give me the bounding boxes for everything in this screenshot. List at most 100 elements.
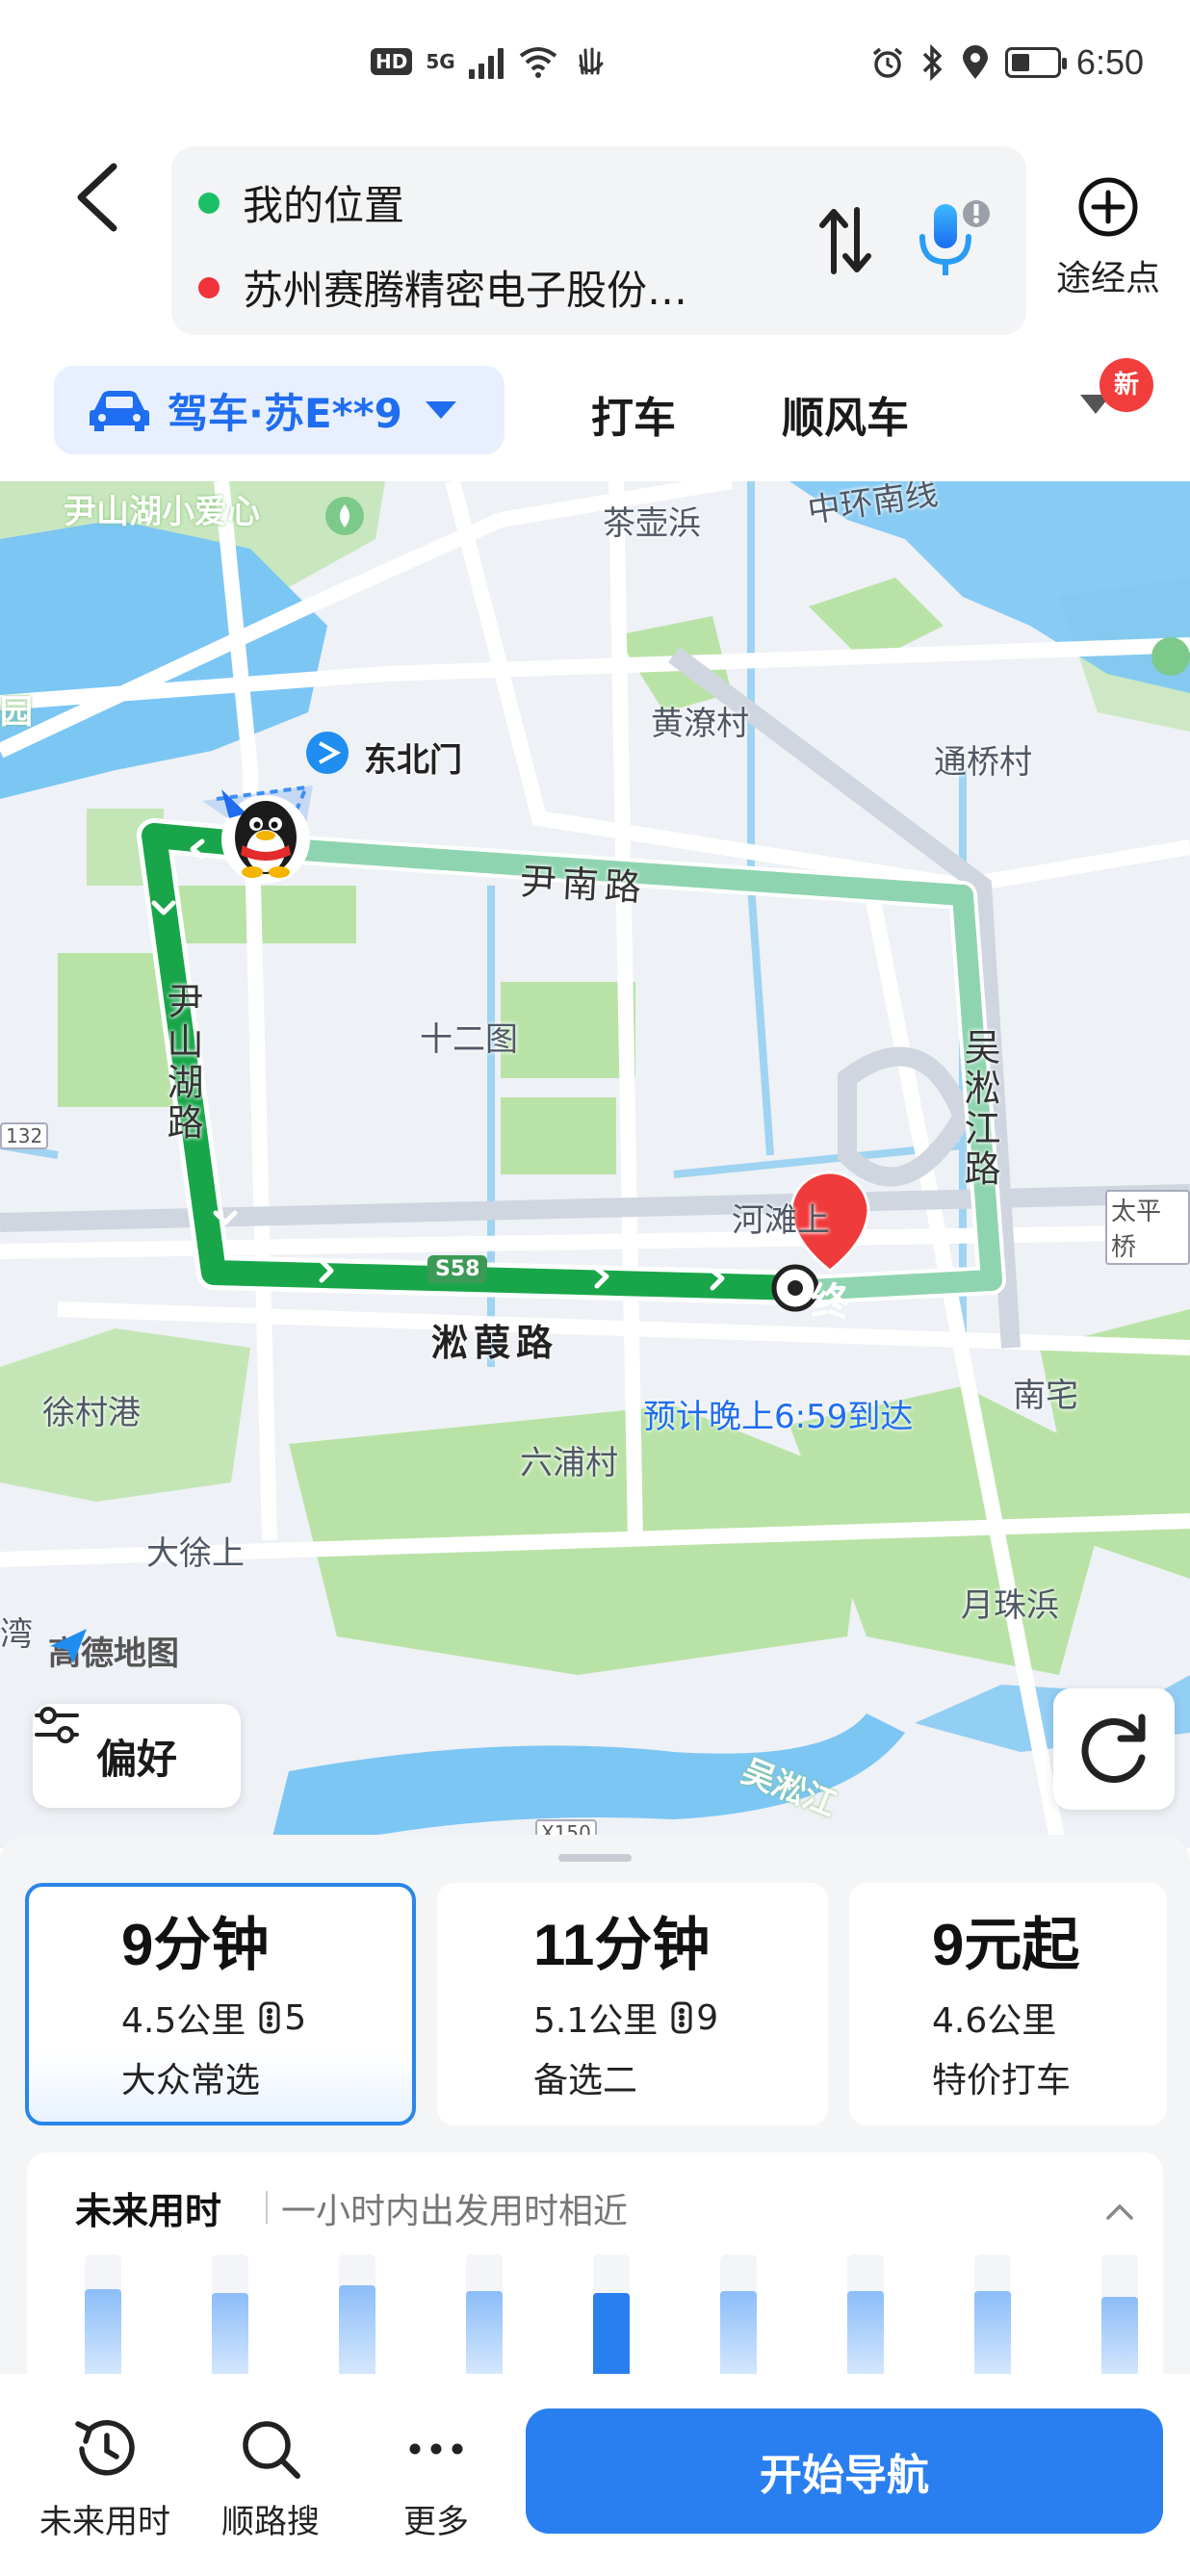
chevron-up-icon[interactable] — [1105, 2197, 1134, 2226]
waypoint-label: 途经点 — [1055, 259, 1160, 298]
road-wusongjiang: 吴淞江路 — [958, 1028, 1000, 1190]
tab-carpool[interactable]: 顺风车 — [782, 383, 909, 445]
future-time-button[interactable]: 未来用时 — [23, 2412, 187, 2542]
chevron-down-icon — [425, 401, 456, 419]
traffic-light-icon: 5 — [259, 1998, 306, 2038]
origin-text: 我的位置 — [243, 182, 405, 229]
car-icon — [90, 391, 149, 431]
place-yuezhu: 月珠浜 — [961, 1586, 1059, 1625]
route-distance-row: 4.5公里 5 — [121, 1993, 412, 2043]
destination-text: 苏州赛腾精密电子股份… — [243, 267, 688, 314]
poi-dongbeimen: 东北门 — [364, 741, 462, 780]
status-left-icons: HD 5G — [371, 44, 608, 79]
route-distance: 4.6公里 — [932, 2001, 1057, 2041]
sliders-icon — [35, 1707, 79, 1743]
road-yinshanhu: 尹山湖路 — [161, 982, 203, 1144]
road-badge-132: 132 — [0, 1122, 49, 1149]
more-dots-icon — [409, 2443, 463, 2455]
drag-handle[interactable] — [558, 1854, 632, 1862]
along-route-search-button[interactable]: 顺路搜 — [189, 2412, 352, 2542]
more-button[interactable]: 更多 — [354, 2412, 518, 2542]
network-type: 5G — [426, 50, 455, 73]
road-songjia: 淞葭路 — [431, 1322, 559, 1364]
traffic-light-count: 9 — [696, 1997, 719, 2038]
place-tongqiao: 通桥村 — [934, 743, 1032, 782]
along-route-label: 顺路搜 — [221, 2503, 320, 2541]
bluetooth-icon — [922, 44, 943, 81]
wifi-icon — [519, 47, 556, 78]
transport-mode-tabs: 驾车·苏E**9 打车 顺风车 新 — [0, 358, 1190, 464]
place-shierwei: 十二图 — [420, 1020, 518, 1059]
preference-label: 偏好 — [95, 1735, 177, 1783]
route-time: 9分钟 — [121, 1913, 270, 1977]
destination-dot-icon — [198, 276, 220, 298]
add-circle-icon — [1078, 177, 1138, 237]
place-huangliao: 黄潦村 — [651, 705, 749, 743]
road-yinnan: 尹南路 — [518, 860, 648, 910]
drive-label: 驾车·苏E**9 — [168, 389, 402, 437]
place-wan: 湾 — [0, 1615, 33, 1654]
swap-icon[interactable] — [816, 204, 874, 277]
back-arrow-icon[interactable] — [67, 159, 135, 236]
traffic-light-count: 5 — [284, 1997, 307, 2038]
route-distance-row: 4.6公里 — [932, 1993, 1167, 2043]
route-input-box: 我的位置 苏州赛腾精密电子股份… — [171, 146, 1026, 335]
place-xucun: 徐村港 — [42, 1394, 141, 1432]
origin-field[interactable]: 我的位置 — [198, 173, 404, 232]
destination-field[interactable]: 苏州赛腾精密电子股份… — [198, 258, 687, 317]
new-badge: 新 — [1099, 358, 1153, 412]
search-icon — [243, 2421, 300, 2479]
start-navigation-button[interactable]: 开始导航 — [526, 2409, 1163, 2534]
refresh-button[interactable] — [1053, 1688, 1175, 1810]
tab-drive[interactable]: 驾车·苏E**9 — [54, 366, 504, 454]
tab-taxi[interactable]: 打车 — [591, 383, 676, 445]
highway-s58: S58 — [427, 1255, 488, 1283]
refresh-icon — [1081, 1713, 1146, 1783]
origin-dot-icon — [198, 192, 220, 214]
future-time-title: 未来用时 — [75, 2190, 222, 2232]
route-distance-row: 5.1公里 9 — [533, 1993, 828, 2043]
clock-history-icon — [75, 2420, 135, 2476]
route-distance: 5.1公里 — [533, 2001, 659, 2041]
add-waypoint-button[interactable]: 途经点 — [1048, 173, 1169, 308]
divider — [266, 2191, 268, 2224]
place-nanzhai: 南宅 — [1013, 1377, 1078, 1415]
future-time-subtitle: 一小时内出发用时相近 — [281, 2192, 629, 2231]
amap-logo: 高德地图 — [48, 1627, 179, 1674]
route-tag: 备选二 — [533, 2061, 638, 2100]
clock: 6:50 — [1075, 42, 1144, 82]
route-card-1[interactable]: 9分钟 4.5公里 5 大众常选 — [25, 1883, 416, 2125]
hand-icon — [579, 47, 604, 75]
alarm-icon — [872, 47, 903, 78]
place-liupu: 六浦村 — [520, 1444, 618, 1482]
eta-label: 预计晚上6:59到达 — [643, 1398, 914, 1436]
bottom-toolbar: 未来用时 顺路搜 更多 开始导航 — [0, 2374, 1190, 2576]
preference-button[interactable]: 偏好 — [33, 1704, 241, 1808]
route-tag: 特价打车 — [932, 2061, 1072, 2100]
hd-badge: HD — [371, 48, 413, 75]
route-distance: 4.5公里 — [121, 2001, 246, 2041]
taxi-price: 9元起 — [932, 1913, 1080, 1977]
route-card-2[interactable]: 11分钟 5.1公里 9 备选二 — [437, 1883, 828, 2125]
future-time-card[interactable]: 未来用时 一小时内出发用时相近 — [27, 2152, 1163, 2403]
place-chahubang: 茶壶浜 — [603, 504, 701, 543]
route-card-taxi[interactable]: 9元起 4.6公里 特价打车 — [849, 1883, 1167, 2125]
signal-icon — [468, 44, 504, 79]
destination-marker-icon[interactable]: 终 — [811, 1271, 849, 1327]
place-daxu: 大徐上 — [146, 1534, 245, 1573]
map-view[interactable]: 尹山湖小爱心 中环南线 茶壶浜 园 东北门 黄潦村 通桥村 尹南路 十二图 尹山… — [0, 481, 1190, 1848]
route-time: 11分钟 — [533, 1913, 711, 1977]
future-time-label: 未来用时 — [39, 2503, 170, 2541]
status-bar: HD 5G 6:50 — [0, 0, 1190, 135]
route-tag: 大众常选 — [121, 2061, 261, 2100]
battery-icon — [1004, 47, 1067, 78]
place-yuan: 园 — [0, 693, 33, 732]
more-label: 更多 — [403, 2503, 469, 2541]
traffic-light-icon: 9 — [671, 1998, 718, 2038]
location-icon — [962, 45, 988, 79]
microphone-icon[interactable] — [915, 198, 992, 281]
poi-yinshanhu: 尹山湖小爱心 — [64, 493, 260, 531]
place-taiping: 太平桥 — [1105, 1190, 1190, 1265]
place-hetan: 河滩上 — [732, 1201, 830, 1240]
status-right-icons: 6:50 — [870, 42, 1144, 83]
